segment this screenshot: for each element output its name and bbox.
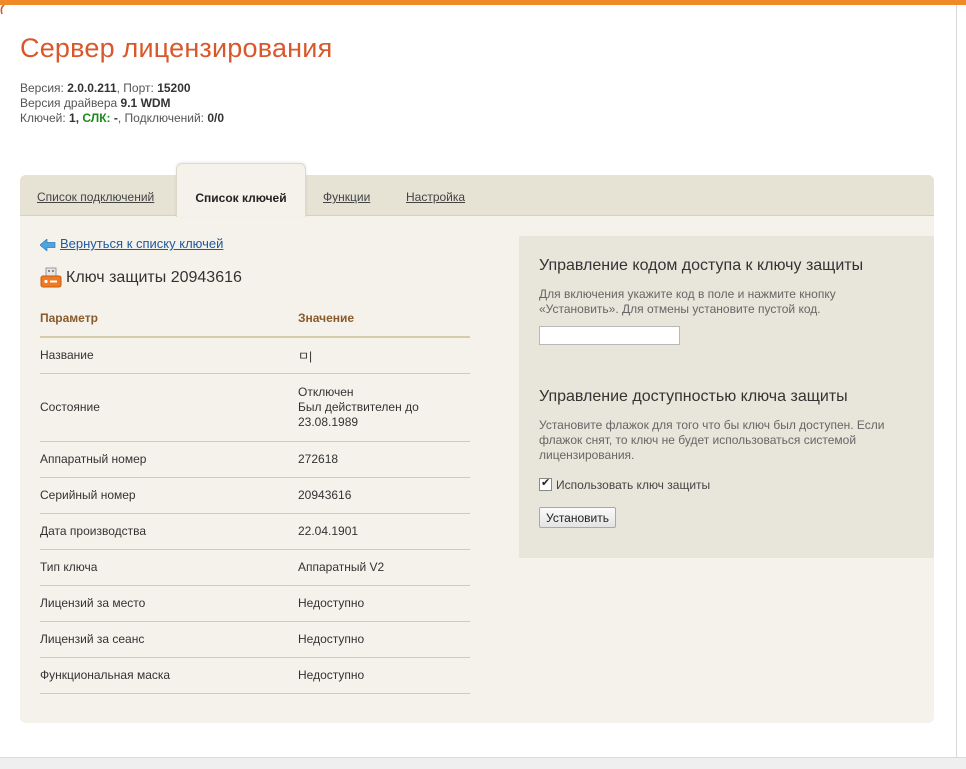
port-value: 15200 <box>157 81 191 95</box>
driver-value: 9.1 WDM <box>120 96 171 110</box>
corner-mark <box>0 5 5 15</box>
access-code-description: Для включения укажите код в поле и нажми… <box>539 287 836 316</box>
connections-value: 0/0 <box>207 111 225 125</box>
use-key-checkbox-row[interactable]: Использовать ключ защиты <box>539 476 711 492</box>
use-key-checkbox[interactable] <box>539 476 552 491</box>
availability-description: Установите флажок для того что бы ключ б… <box>539 418 885 462</box>
column-header-param: Параметр <box>40 300 298 338</box>
table-row: Состояние Отключен Был действителен до 2… <box>40 373 470 442</box>
row-value: Отключен Был действителен до 23.08.1989 <box>298 373 470 442</box>
row-value: 20943616 <box>298 477 470 514</box>
row-value: 272618 <box>298 441 470 478</box>
row-param: Лицензий за место <box>40 585 298 622</box>
row-value: Недоступно <box>298 585 470 622</box>
page-footer-area <box>0 757 966 769</box>
row-value: Недоступно <box>298 621 470 658</box>
row-param: Функциональная маска <box>40 657 298 694</box>
driver-info: Версия драйвера 9.1 WDM <box>20 96 171 111</box>
table-row: Тип ключа Аппаратный V2 <box>40 549 470 586</box>
key-management-sidebar: Управление кодом доступа к ключу защиты … <box>519 236 934 558</box>
version-value: 2.0.0.211 <box>67 81 117 95</box>
arrow-left-icon <box>40 238 56 251</box>
version-info: Версия: 2.0.0.211, Порт: 15200 <box>20 81 191 96</box>
row-param: Аппаратный номер <box>40 441 298 478</box>
key-heading: Ключ защиты 20943616 <box>40 267 242 289</box>
top-accent-bar <box>0 0 966 5</box>
row-value: Недоступно <box>298 657 470 694</box>
table-row: Аппаратный номер 272618 <box>40 441 470 478</box>
availability-heading: Управление доступностью ключа защиты <box>539 388 848 405</box>
page-title: Сервер лицензирования <box>20 33 333 63</box>
column-header-value: Значение <box>298 300 470 338</box>
page-edge <box>956 5 957 757</box>
tab-connections-list[interactable]: Список подключений <box>37 175 154 215</box>
row-param: Тип ключа <box>40 549 298 586</box>
row-param: Дата производства <box>40 513 298 550</box>
access-code-heading: Управление кодом доступа к ключу защиты <box>539 257 864 274</box>
row-param: Название <box>40 337 298 374</box>
state-line: 23.08.1989 <box>298 414 359 429</box>
tab-functions[interactable]: Функции <box>323 175 370 215</box>
back-to-keys-link[interactable]: Вернуться к списку ключей <box>40 236 223 251</box>
connections-label: , Подключений: <box>117 111 204 125</box>
table-row: Название ㅁ| <box>40 337 470 374</box>
tab-bar <box>20 175 934 216</box>
slk-label: СЛК: <box>82 111 111 125</box>
key-title-text: Ключ защиты 20943616 <box>66 269 242 287</box>
state-line: Отключен <box>298 384 354 399</box>
table-row: Серийный номер 20943616 <box>40 477 470 514</box>
keys-value: 1, <box>69 111 80 125</box>
back-link-label: Вернуться к списку ключей <box>60 236 224 251</box>
set-button[interactable]: Установить <box>539 507 616 528</box>
tab-settings[interactable]: Настройка <box>406 175 465 215</box>
table-row: Лицензий за место Недоступно <box>40 585 470 622</box>
driver-label: Версия драйвера <box>20 96 118 110</box>
table-row: Лицензий за сеанс Недоступно <box>40 621 470 658</box>
row-value: ㅁ| <box>298 337 470 374</box>
state-line: Был действителен до <box>298 399 419 414</box>
use-key-checkbox-label: Использовать ключ защиты <box>556 478 711 492</box>
access-code-input[interactable] <box>539 326 680 345</box>
usb-key-icon <box>40 267 62 288</box>
port-label: , Порт: <box>116 81 154 95</box>
row-param: Серийный номер <box>40 477 298 514</box>
key-params-table: Параметр Значение Название ㅁ| Состояние … <box>40 300 470 694</box>
row-param: Состояние <box>40 373 298 442</box>
keys-info: Ключей: 1, СЛК: -, Подключений: 0/0 <box>20 111 224 126</box>
tab-keys-list[interactable]: Список ключей <box>176 163 306 217</box>
row-value: 22.04.1901 <box>298 513 470 550</box>
version-label: Версия: <box>20 81 64 95</box>
row-value: Аппаратный V2 <box>298 549 470 586</box>
table-header-row: Параметр Значение <box>40 300 470 338</box>
table-row: Функциональная маска Недоступно <box>40 657 470 694</box>
row-param: Лицензий за сеанс <box>40 621 298 658</box>
keys-label: Ключей: <box>20 111 66 125</box>
table-row: Дата производства 22.04.1901 <box>40 513 470 550</box>
